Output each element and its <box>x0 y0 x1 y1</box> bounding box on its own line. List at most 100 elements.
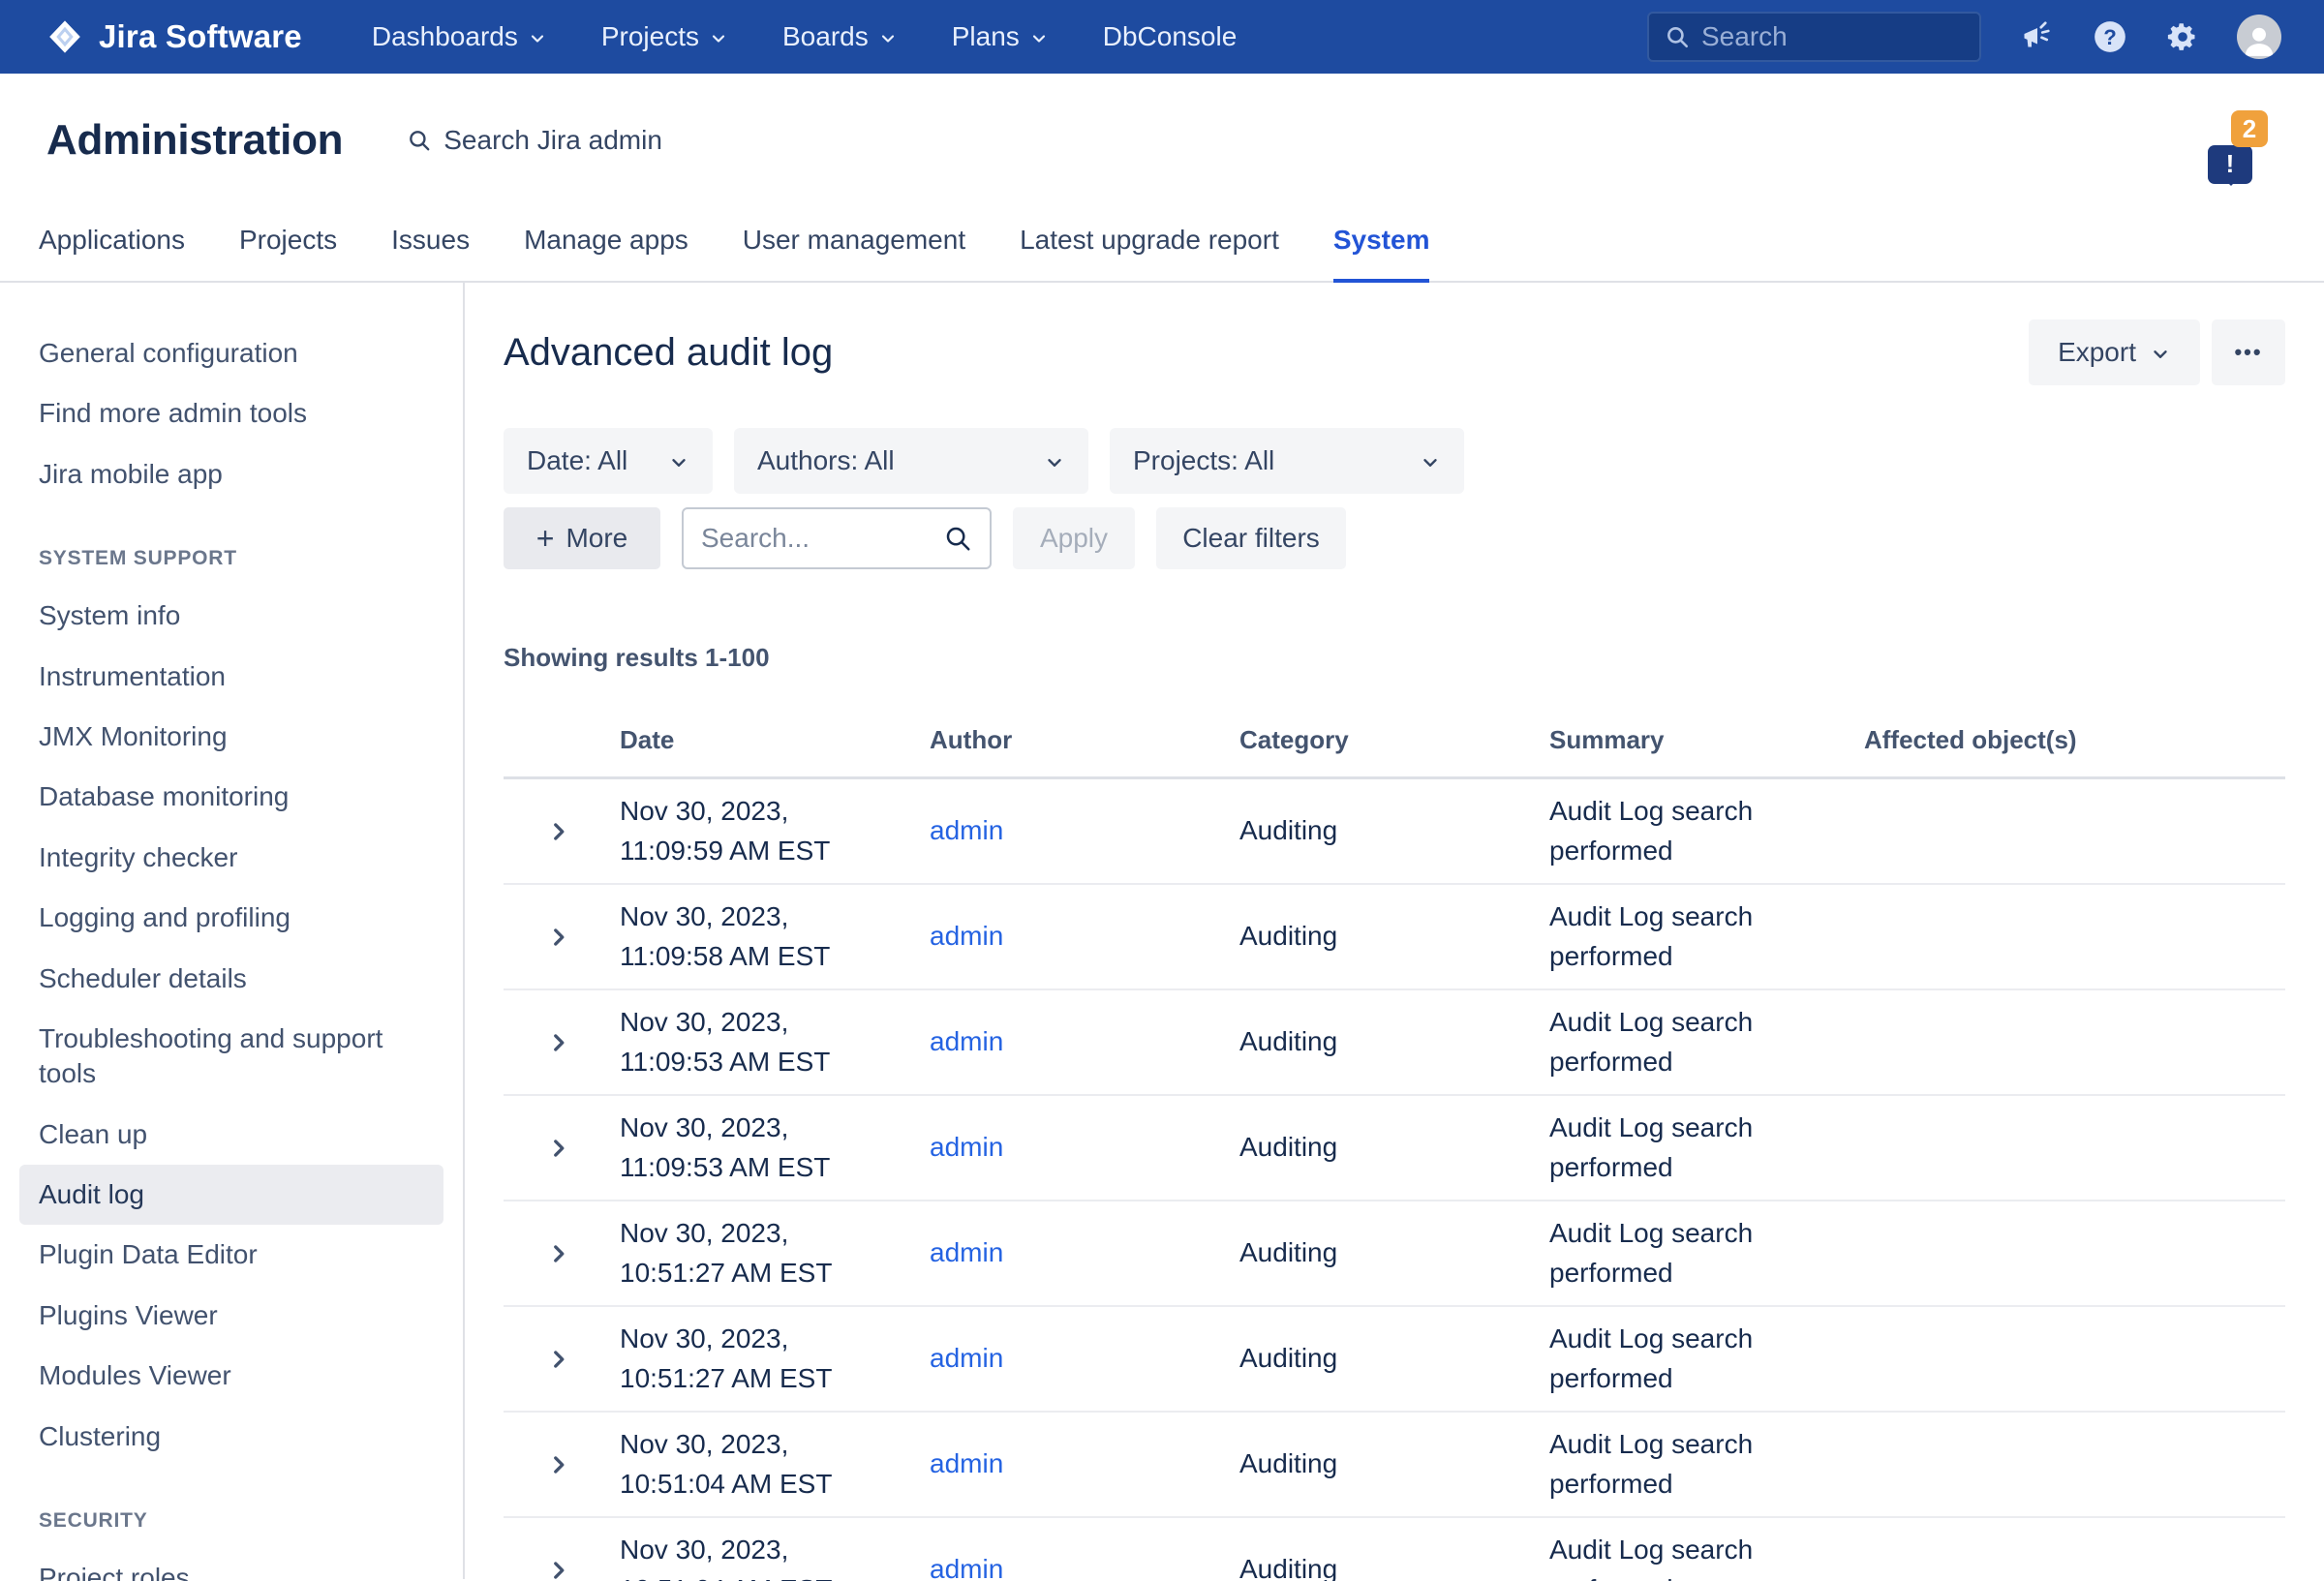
audit-search-input[interactable] <box>701 523 933 554</box>
admin-tab[interactable]: Projects <box>239 215 337 283</box>
admin-tab[interactable]: Applications <box>39 215 185 283</box>
add-more-filters-button[interactable]: + More <box>504 507 660 569</box>
admin-tab[interactable]: Latest upgrade report <box>1020 215 1279 283</box>
help-icon[interactable]: ? <box>2092 18 2128 55</box>
clear-filters-button[interactable]: Clear filters <box>1156 507 1346 569</box>
navbar-menu-item-label: Dashboards <box>372 21 518 52</box>
settings-gear-icon[interactable] <box>2165 19 2200 54</box>
sidebar-item-label: Clustering <box>39 1421 161 1451</box>
sidebar-item[interactable]: Audit log <box>19 1165 443 1225</box>
export-button[interactable]: Export <box>2029 319 2200 385</box>
projects-filter-dropdown[interactable]: Projects: All <box>1110 428 1464 494</box>
sidebar-item[interactable]: Logging and profiling <box>19 888 443 948</box>
authors-filter-dropdown[interactable]: Authors: All <box>734 428 1088 494</box>
chevron-right-icon <box>546 1558 571 1581</box>
author-link[interactable]: admin <box>930 1554 1003 1581</box>
results-count-text: Showing results 1-100 <box>504 643 2285 673</box>
sidebar-item[interactable]: Clustering <box>19 1407 443 1467</box>
brand-name: Jira Software <box>99 18 302 55</box>
cell-author: admin <box>930 1233 1239 1272</box>
table-row: Nov 30, 2023, 10:51:27 AM EST admin Audi… <box>504 1201 2285 1307</box>
author-link[interactable]: admin <box>930 1132 1003 1162</box>
sidebar-item-label: Plugin Data Editor <box>39 1239 258 1269</box>
expand-row-button[interactable] <box>504 925 620 950</box>
expand-row-button[interactable] <box>504 1030 620 1055</box>
date-filter-dropdown[interactable]: Date: All <box>504 428 713 494</box>
expand-row-button[interactable] <box>504 1136 620 1161</box>
sidebar-item[interactable]: Integrity checker <box>19 828 443 888</box>
sidebar-item[interactable]: Plugins Viewer <box>19 1286 443 1346</box>
chevron-down-icon <box>1044 452 1065 473</box>
cell-summary: Audit Log search performed <box>1549 1425 1811 1503</box>
expand-row-button[interactable] <box>504 1452 620 1477</box>
author-link[interactable]: admin <box>930 1026 1003 1056</box>
apply-button[interactable]: Apply <box>1013 507 1135 569</box>
title-row: Advanced audit log Export ••• <box>504 319 2285 385</box>
table-row: Nov 30, 2023, 11:09:53 AM EST admin Audi… <box>504 990 2285 1096</box>
cell-category: Auditing <box>1239 1444 1549 1483</box>
global-search[interactable] <box>1647 12 1981 62</box>
sidebar-item-label: Troubleshooting and support tools <box>39 1023 382 1088</box>
sidebar-item[interactable]: Instrumentation <box>19 647 443 707</box>
sidebar-item[interactable]: JMX Monitoring <box>19 707 443 767</box>
cell-date: Nov 30, 2023, 11:09:53 AM EST <box>620 1003 930 1080</box>
chevron-right-icon <box>546 1030 571 1055</box>
chevron-right-icon <box>546 1136 571 1161</box>
column-header-author: Author <box>930 725 1239 755</box>
admin-tab[interactable]: System <box>1333 215 1430 283</box>
admin-tab[interactable]: User management <box>743 215 965 283</box>
navbar-menu-item[interactable]: Projects <box>601 21 728 52</box>
cell-date: Nov 30, 2023, 11:09:58 AM EST <box>620 897 930 975</box>
sidebar-item[interactable]: Database monitoring <box>19 767 443 827</box>
sidebar-item-label: Jira mobile app <box>39 459 223 489</box>
notifications-bubble-icon[interactable]: ! 2 <box>2208 128 2268 190</box>
audit-table-header: Date Author Category Summary Affected ob… <box>504 725 2285 779</box>
cell-date: Nov 30, 2023, 11:09:59 AM EST <box>620 792 930 869</box>
admin-search[interactable]: Search Jira admin <box>407 125 662 156</box>
sidebar-item[interactable]: Plugin Data Editor <box>19 1225 443 1285</box>
table-row: Nov 30, 2023, 11:09:58 AM EST admin Audi… <box>504 885 2285 990</box>
sidebar-item[interactable]: General configuration <box>19 323 443 383</box>
admin-tab[interactable]: Issues <box>391 215 470 283</box>
global-search-input[interactable] <box>1701 21 1964 52</box>
expand-row-button[interactable] <box>504 819 620 844</box>
sidebar-item[interactable]: Clean up <box>19 1105 443 1165</box>
sidebar-item[interactable]: Project roles <box>19 1548 443 1581</box>
sidebar-item[interactable]: Troubleshooting and support tools <box>19 1009 443 1105</box>
navbar-menu-item[interactable]: Boards <box>782 21 898 52</box>
table-row: Nov 30, 2023, 10:51:04 AM EST admin Audi… <box>504 1413 2285 1518</box>
sidebar-item-label: System info <box>39 600 180 630</box>
author-link[interactable]: admin <box>930 1448 1003 1478</box>
jira-brand[interactable]: Jira Software <box>46 18 302 55</box>
sidebar-item[interactable]: Scheduler details <box>19 949 443 1009</box>
sidebar-item[interactable]: Modules Viewer <box>19 1346 443 1406</box>
cell-summary: Audit Log search performed <box>1549 1003 1811 1080</box>
plus-icon: + <box>536 521 555 557</box>
navbar-menu-item[interactable]: DbConsole <box>1103 21 1238 52</box>
expand-row-button[interactable] <box>504 1347 620 1372</box>
author-link[interactable]: admin <box>930 1343 1003 1373</box>
navbar-menu-item-label: Boards <box>782 21 869 52</box>
cell-summary: Audit Log search performed <box>1549 1214 1811 1292</box>
sidebar-item[interactable]: Find more admin tools <box>19 383 443 443</box>
chevron-right-icon <box>546 1452 571 1477</box>
sidebar-top-items: General configuration Find more admin to… <box>0 323 463 504</box>
user-avatar[interactable] <box>2237 15 2281 59</box>
sidebar-item[interactable]: Jira mobile app <box>19 444 443 504</box>
admin-tab[interactable]: Manage apps <box>524 215 688 283</box>
date-line-1: Nov 30, 2023, <box>620 1109 930 1147</box>
author-link[interactable]: admin <box>930 1237 1003 1267</box>
sidebar-section-security: Project roles Global permissions <box>0 1548 463 1581</box>
audit-search-box[interactable] <box>682 507 992 569</box>
sidebar-item[interactable]: System info <box>19 586 443 646</box>
feedback-megaphone-icon[interactable] <box>2020 19 2055 54</box>
navbar-menu-item[interactable]: Plans <box>952 21 1049 52</box>
author-link[interactable]: admin <box>930 815 1003 845</box>
date-line-2: 11:09:58 AM EST <box>620 937 930 976</box>
navbar-menu-item[interactable]: Dashboards <box>372 21 547 52</box>
admin-tab-label: Latest upgrade report <box>1020 225 1279 255</box>
expand-row-button[interactable] <box>504 1241 620 1266</box>
expand-row-button[interactable] <box>504 1558 620 1581</box>
more-actions-button[interactable]: ••• <box>2212 319 2285 385</box>
author-link[interactable]: admin <box>930 921 1003 951</box>
